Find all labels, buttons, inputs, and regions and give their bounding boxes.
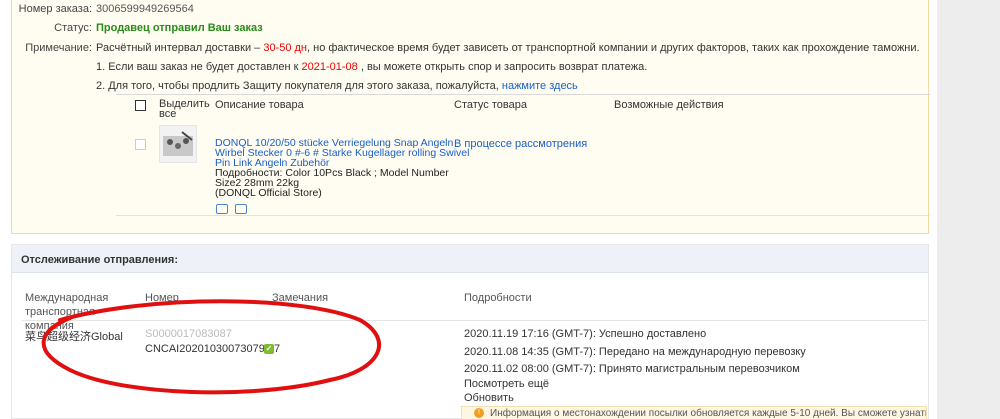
col-details: Подробности — [464, 292, 532, 304]
truck-icon[interactable] — [216, 204, 228, 214]
tracking-number: CNCAI202010300730791 7 — [145, 343, 281, 355]
notice-text: Информация о местонахождении посылки обн… — [490, 408, 927, 419]
tracking-notice: ! Информация о местонахождении посылки о… — [461, 406, 927, 419]
col-description: Описание товара — [215, 99, 304, 111]
product-title-link[interactable]: DONQL 10/20/50 stücke Verriegelung Snap … — [215, 138, 475, 169]
right-gutter — [937, 0, 1000, 419]
select-all-label: Выделить все — [159, 98, 210, 120]
item-checkbox[interactable] — [135, 139, 146, 150]
status-label: Статус: — [54, 22, 92, 34]
col-number: Номер — [145, 292, 179, 304]
col-item-status: Статус товара — [454, 99, 527, 111]
tracking-header: Отслеживание отправления: — [12, 245, 928, 273]
tracking-event: 2020.11.08 14:35 (GMT-7): Передано на ме… — [464, 346, 806, 358]
tracking-event: 2020.11.02 08:00 (GMT-7): Принято магист… — [464, 363, 800, 375]
receipt-icon[interactable] — [235, 204, 247, 214]
tracking-panel: Отслеживание отправления: Международная … — [11, 244, 929, 419]
refresh-link[interactable]: Обновить — [464, 392, 514, 404]
dispute-date: 2021-01-08 — [301, 61, 358, 73]
product-details: Подробности: Color 10Pcs Black ; Model N… — [215, 167, 449, 189]
col-actions: Возможные действия — [614, 99, 724, 111]
order-status: Продавец отправил Ваш заказ — [96, 22, 263, 34]
divider — [22, 320, 927, 321]
rule-1-suffix: , вы можете открыть спор и запросить воз… — [360, 61, 648, 73]
delivery-note: Расчётный интервал доставки – 30-50 дн, … — [96, 42, 920, 54]
col-remarks: Замечания — [272, 292, 329, 304]
extend-protection-link[interactable]: нажмите здесь — [502, 80, 578, 92]
order-info-panel: Номер заказа: 3006599949269564 Статус: П… — [11, 0, 930, 234]
old-tracking-number: S0000017083087 — [145, 328, 232, 340]
rule-1-prefix: 1. Если ваш заказ не будет доставлен к — [96, 61, 299, 73]
note-prefix: Расчётный интервал доставки – — [96, 42, 261, 54]
tracking-event: 2020.11.19 17:16 (GMT-7): Успешно достав… — [464, 328, 707, 340]
warning-icon: ! — [474, 408, 484, 418]
see-more-link[interactable]: Посмотреть ещё — [464, 378, 549, 390]
tracking-title: Отслеживание отправления: — [21, 254, 178, 266]
delivery-interval: 30-50 дн — [263, 42, 308, 54]
rule-2-text: 2. Для того, чтобы продлить Защиту покуп… — [96, 80, 499, 92]
rule-2: 2. Для того, чтобы продлить Защиту покуп… — [96, 80, 578, 92]
check-icon: ✓ — [264, 344, 274, 354]
order-number-label: Номер заказа: — [18, 3, 92, 15]
product-thumbnail[interactable] — [159, 125, 197, 163]
order-number: 3006599949269564 — [96, 3, 194, 15]
store-name: (DONQL Official Store) — [215, 187, 322, 199]
note-suffix: , но фактическое время будет зависеть от… — [307, 42, 920, 54]
select-all-checkbox[interactable] — [135, 100, 146, 111]
item-status-link[interactable]: В процессе рассмотрения — [454, 138, 587, 150]
carrier-name: 菜鸟超级经济Global — [25, 331, 123, 343]
col-carrier: Международная транспортная компания — [25, 292, 109, 332]
note-label: Примечание: — [25, 42, 92, 54]
rule-1: 1. Если ваш заказ не будет доставлен к 2… — [96, 61, 647, 73]
items-table: Выделить все Описание товара Статус това… — [116, 94, 930, 216]
